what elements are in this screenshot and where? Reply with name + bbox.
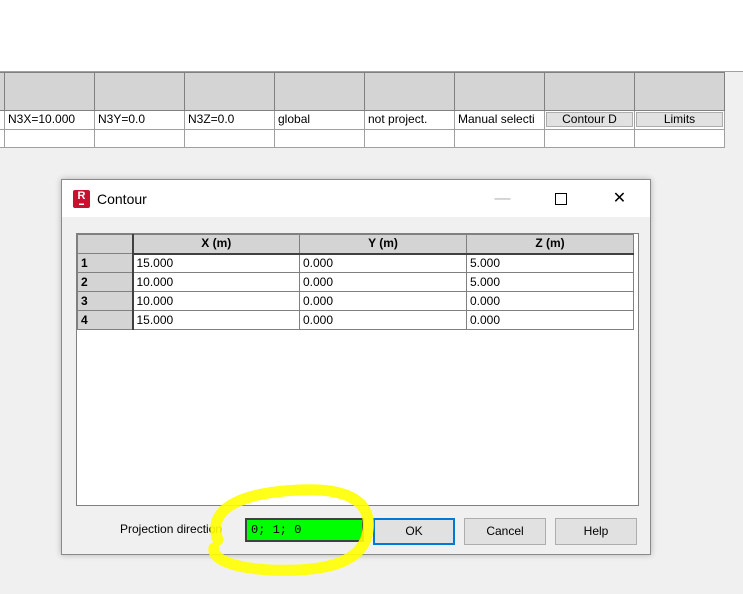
table-cell[interactable] <box>545 130 635 148</box>
table-cell[interactable]: N3X=10.000 <box>5 111 95 130</box>
table-cell[interactable]: global <box>275 111 365 130</box>
row-header[interactable]: 3 <box>77 291 134 311</box>
table-cell[interactable]: N3Y=0.0 <box>95 111 185 130</box>
table-cell[interactable] <box>185 130 275 148</box>
contour-points-grid: X (m) Y (m) Z (m) 1 15.000 0.000 5.000 2… <box>76 233 639 506</box>
limits-button[interactable]: Limits <box>636 112 723 127</box>
row-header[interactable]: 2 <box>77 272 134 292</box>
cell-z[interactable]: 5.000 <box>466 272 634 292</box>
cell-z[interactable]: 0.000 <box>466 291 634 311</box>
projection-direction-input[interactable]: 0; 1; 0 <box>245 518 364 542</box>
background-table-header <box>0 72 725 111</box>
cell-y[interactable]: 0.000 <box>299 272 467 292</box>
close-icon[interactable]: ✕ <box>597 180 642 217</box>
header-cell <box>275 72 365 111</box>
contour-table-header: X (m) Y (m) Z (m) <box>77 234 634 255</box>
column-header-x[interactable]: X (m) <box>132 234 300 255</box>
table-cell[interactable] <box>5 130 95 148</box>
table-row <box>0 130 725 148</box>
top-blank-area <box>0 0 743 72</box>
dialog-title: Contour <box>97 191 147 207</box>
table-cell[interactable] <box>275 130 365 148</box>
row-header[interactable]: 1 <box>77 253 134 273</box>
table-cell[interactable]: Manual selecti <box>455 111 545 130</box>
cell-z[interactable]: 5.000 <box>466 253 634 273</box>
table-cell[interactable]: N3Z=0.0 <box>185 111 275 130</box>
table-cell[interactable] <box>365 130 455 148</box>
cell-x[interactable]: 15.000 <box>132 253 300 273</box>
header-cell <box>185 72 275 111</box>
dialog-titlebar[interactable]: R ▬ Contour — ✕ <box>62 180 650 217</box>
contour-definition-cell: Contour D <box>545 111 635 130</box>
table-cell[interactable] <box>455 130 545 148</box>
background-table: N3X=10.000 N3Y=0.0 N3Z=0.0 global not pr… <box>0 72 725 148</box>
table-row: N3X=10.000 N3Y=0.0 N3Z=0.0 global not pr… <box>0 111 725 130</box>
header-cell <box>545 72 635 111</box>
cell-y[interactable]: 0.000 <box>299 291 467 311</box>
help-button[interactable]: Help <box>555 518 637 545</box>
cancel-button[interactable]: Cancel <box>464 518 546 545</box>
cell-x[interactable]: 10.000 <box>132 291 300 311</box>
corner-cell[interactable] <box>77 234 134 254</box>
table-row: 4 15.000 0.000 0.000 <box>77 310 634 330</box>
table-row: 2 10.000 0.000 5.000 <box>77 272 634 292</box>
table-cell[interactable] <box>95 130 185 148</box>
cell-x[interactable]: 15.000 <box>132 310 300 330</box>
table-cell[interactable] <box>635 130 725 148</box>
projection-direction-label: Projection direction <box>120 522 223 536</box>
header-cell <box>635 72 725 111</box>
cell-y[interactable]: 0.000 <box>299 310 467 330</box>
contour-definition-button[interactable]: Contour D <box>546 112 633 127</box>
contour-table: X (m) Y (m) Z (m) 1 15.000 0.000 5.000 2… <box>77 234 634 330</box>
maximize-icon[interactable] <box>538 180 583 217</box>
column-header-z[interactable]: Z (m) <box>466 234 634 255</box>
table-row: 3 10.000 0.000 0.000 <box>77 291 634 311</box>
ok-button[interactable]: OK <box>373 518 455 545</box>
cell-y[interactable]: 0.000 <box>299 253 467 273</box>
robot-app-icon: R ▬ <box>73 190 90 208</box>
table-cell[interactable]: not project. <box>365 111 455 130</box>
header-cell <box>95 72 185 111</box>
cell-z[interactable]: 0.000 <box>466 310 634 330</box>
cell-x[interactable]: 10.000 <box>132 272 300 292</box>
header-cell <box>365 72 455 111</box>
row-header[interactable]: 4 <box>77 310 134 330</box>
header-cell <box>5 72 95 111</box>
contour-dialog: R ▬ Contour — ✕ X (m) Y (m) Z (m) 1 15.00… <box>61 179 651 555</box>
minimize-icon[interactable]: — <box>480 180 525 217</box>
limits-cell: Limits <box>635 111 725 130</box>
header-cell <box>455 72 545 111</box>
column-header-y[interactable]: Y (m) <box>299 234 467 255</box>
table-row: 1 15.000 0.000 5.000 <box>77 253 634 273</box>
